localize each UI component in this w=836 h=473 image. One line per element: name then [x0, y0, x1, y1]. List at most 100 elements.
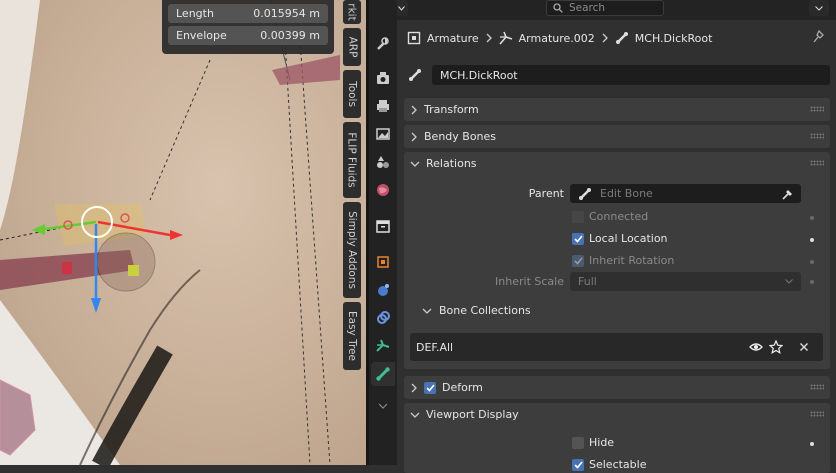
- output-tab[interactable]: [371, 94, 395, 118]
- breadcrumb-armature[interactable]: Armature: [427, 32, 479, 45]
- search-placeholder: Search: [569, 2, 606, 14]
- physics-icon: [378, 284, 389, 296]
- chevron-right-icon: [411, 383, 417, 392]
- armature-icon: [376, 339, 390, 352]
- bone-icon: [409, 69, 421, 81]
- inherit-rotation-checkbox-box[interactable]: [572, 254, 584, 267]
- eyedropper-icon[interactable]: [781, 188, 793, 200]
- hide-checkbox[interactable]: Hide: [572, 436, 614, 449]
- transform-panel-header[interactable]: Transform: [404, 98, 830, 121]
- close-icon[interactable]: [799, 342, 809, 352]
- chevron-down-icon: [422, 308, 432, 314]
- search-icon: [553, 3, 563, 13]
- drag-grip-icon[interactable]: [810, 133, 824, 139]
- bone-icon: [579, 187, 591, 200]
- tab-easy-tree[interactable]: Easy Tree: [343, 302, 361, 370]
- eye-icon[interactable]: [749, 342, 763, 352]
- view-layer-tab[interactable]: [371, 122, 395, 146]
- deform-panel-header[interactable]: Deform: [404, 376, 830, 399]
- drag-grip-icon[interactable]: [810, 384, 824, 390]
- inherit-rotation-label: Inherit Rotation: [589, 254, 675, 267]
- bone-tab[interactable]: [371, 362, 395, 386]
- tool-tab[interactable]: [371, 32, 395, 56]
- star-icon[interactable]: [769, 340, 783, 354]
- bone-collection-name: DEF.All: [416, 340, 454, 354]
- properties-tab-strip: [369, 0, 397, 465]
- camera-back-icon: [377, 72, 389, 84]
- deform-checkbox[interactable]: [424, 381, 436, 394]
- constraints-tab[interactable]: [371, 306, 395, 330]
- collection-tab[interactable]: [371, 214, 395, 238]
- wrench-screwdriver-icon: [377, 37, 389, 50]
- connected-label: Connected: [589, 210, 649, 223]
- armature-data-tab[interactable]: [371, 334, 395, 358]
- transform-panel: Transform: [404, 98, 830, 121]
- keyframe-dot[interactable]: [810, 260, 814, 264]
- parent-placeholder: Edit Bone: [600, 187, 653, 200]
- object-tab[interactable]: [371, 250, 395, 274]
- armature-data-icon: [499, 31, 512, 45]
- pin-icon[interactable]: [813, 30, 825, 44]
- envelope-field[interactable]: Envelope 0.00399 m: [168, 26, 328, 45]
- parent-field[interactable]: Edit Bone: [570, 184, 801, 203]
- transform-panel-title: Transform: [424, 103, 479, 116]
- inherit-rotation-checkbox[interactable]: Inherit Rotation: [572, 254, 674, 267]
- chevron-right-icon: [411, 105, 417, 114]
- keyframe-dot[interactable]: [810, 280, 814, 284]
- hide-label: Hide: [589, 436, 615, 449]
- drag-grip-icon[interactable]: [810, 411, 824, 417]
- keyframe-dot[interactable]: [810, 238, 814, 242]
- more-tabs-button[interactable]: [371, 394, 395, 418]
- length-field[interactable]: Length 0.015954 m: [168, 4, 328, 23]
- bone-info-hud: Length 0.015954 m Envelope 0.00399 m: [162, 0, 334, 54]
- tab-rkit[interactable]: rkit: [343, 0, 361, 24]
- bendy-bones-panel-header[interactable]: Bendy Bones: [404, 125, 830, 148]
- render-tab[interactable]: [371, 66, 395, 90]
- search-input[interactable]: Search: [546, 0, 664, 16]
- tab-arp[interactable]: ARP: [343, 28, 361, 66]
- hide-checkbox-box[interactable]: [572, 436, 584, 449]
- image-icon: [376, 128, 390, 140]
- chevron-right-icon: [411, 132, 417, 141]
- bendy-bones-panel-title: Bendy Bones: [424, 130, 497, 143]
- 3d-viewport[interactable]: Length 0.015954 m Envelope 0.00399 m rki…: [0, 0, 366, 465]
- local-location-checkbox[interactable]: Local Location: [572, 232, 668, 245]
- tab-simply-addons[interactable]: Simply Addons: [343, 202, 361, 298]
- tab-tools[interactable]: Tools: [343, 70, 361, 118]
- drag-grip-icon[interactable]: [810, 106, 824, 112]
- keyframe-dot[interactable]: [810, 216, 814, 220]
- printer-icon: [377, 100, 389, 112]
- envelope-label: Envelope: [176, 29, 227, 42]
- bone-collection-item[interactable]: DEF.All: [410, 333, 823, 361]
- options-dropdown-button[interactable]: [809, 0, 829, 16]
- world-tab[interactable]: [371, 178, 395, 202]
- bone-name-field[interactable]: MCH.DickRoot: [432, 65, 830, 85]
- tab-flip-fluids[interactable]: FLIP Fluids: [343, 122, 361, 198]
- breadcrumb-armature-data[interactable]: Armature.002: [519, 32, 595, 45]
- inherit-scale-label: Inherit Scale: [495, 275, 564, 288]
- scene-tab[interactable]: [371, 150, 395, 174]
- drag-grip-icon[interactable]: [810, 160, 824, 166]
- local-location-checkbox-box[interactable]: [572, 232, 584, 245]
- local-location-label: Local Location: [589, 232, 668, 245]
- breadcrumb-bone[interactable]: MCH.DickRoot: [635, 32, 713, 45]
- inherit-scale-value: Full: [578, 275, 597, 288]
- viewport-display-panel-header[interactable]: Viewport Display: [404, 403, 830, 426]
- deform-panel-title: Deform: [442, 381, 483, 394]
- bone-collections-subpanel-header[interactable]: Bone Collections: [422, 304, 531, 317]
- bone-name-value: MCH.DickRoot: [440, 68, 518, 82]
- armature-object-icon: [407, 31, 421, 45]
- bendy-bones-panel: Bendy Bones: [404, 125, 830, 148]
- inherit-scale-dropdown[interactable]: Full: [570, 272, 801, 291]
- connected-checkbox-box[interactable]: [572, 210, 584, 223]
- bone-icon: [376, 367, 390, 381]
- chevron-down-icon: [785, 279, 793, 284]
- keyframe-dot[interactable]: [810, 442, 814, 446]
- modifiers-tab[interactable]: [371, 278, 395, 302]
- connected-checkbox[interactable]: Connected: [572, 210, 648, 223]
- world-icon: [377, 184, 389, 196]
- chevron-right-icon: [602, 33, 608, 43]
- viewport-scene[interactable]: [0, 0, 366, 465]
- breadcrumb: Armature Armature.002 MCH.DickRoot: [407, 28, 712, 48]
- relations-panel-header[interactable]: Relations: [404, 152, 830, 175]
